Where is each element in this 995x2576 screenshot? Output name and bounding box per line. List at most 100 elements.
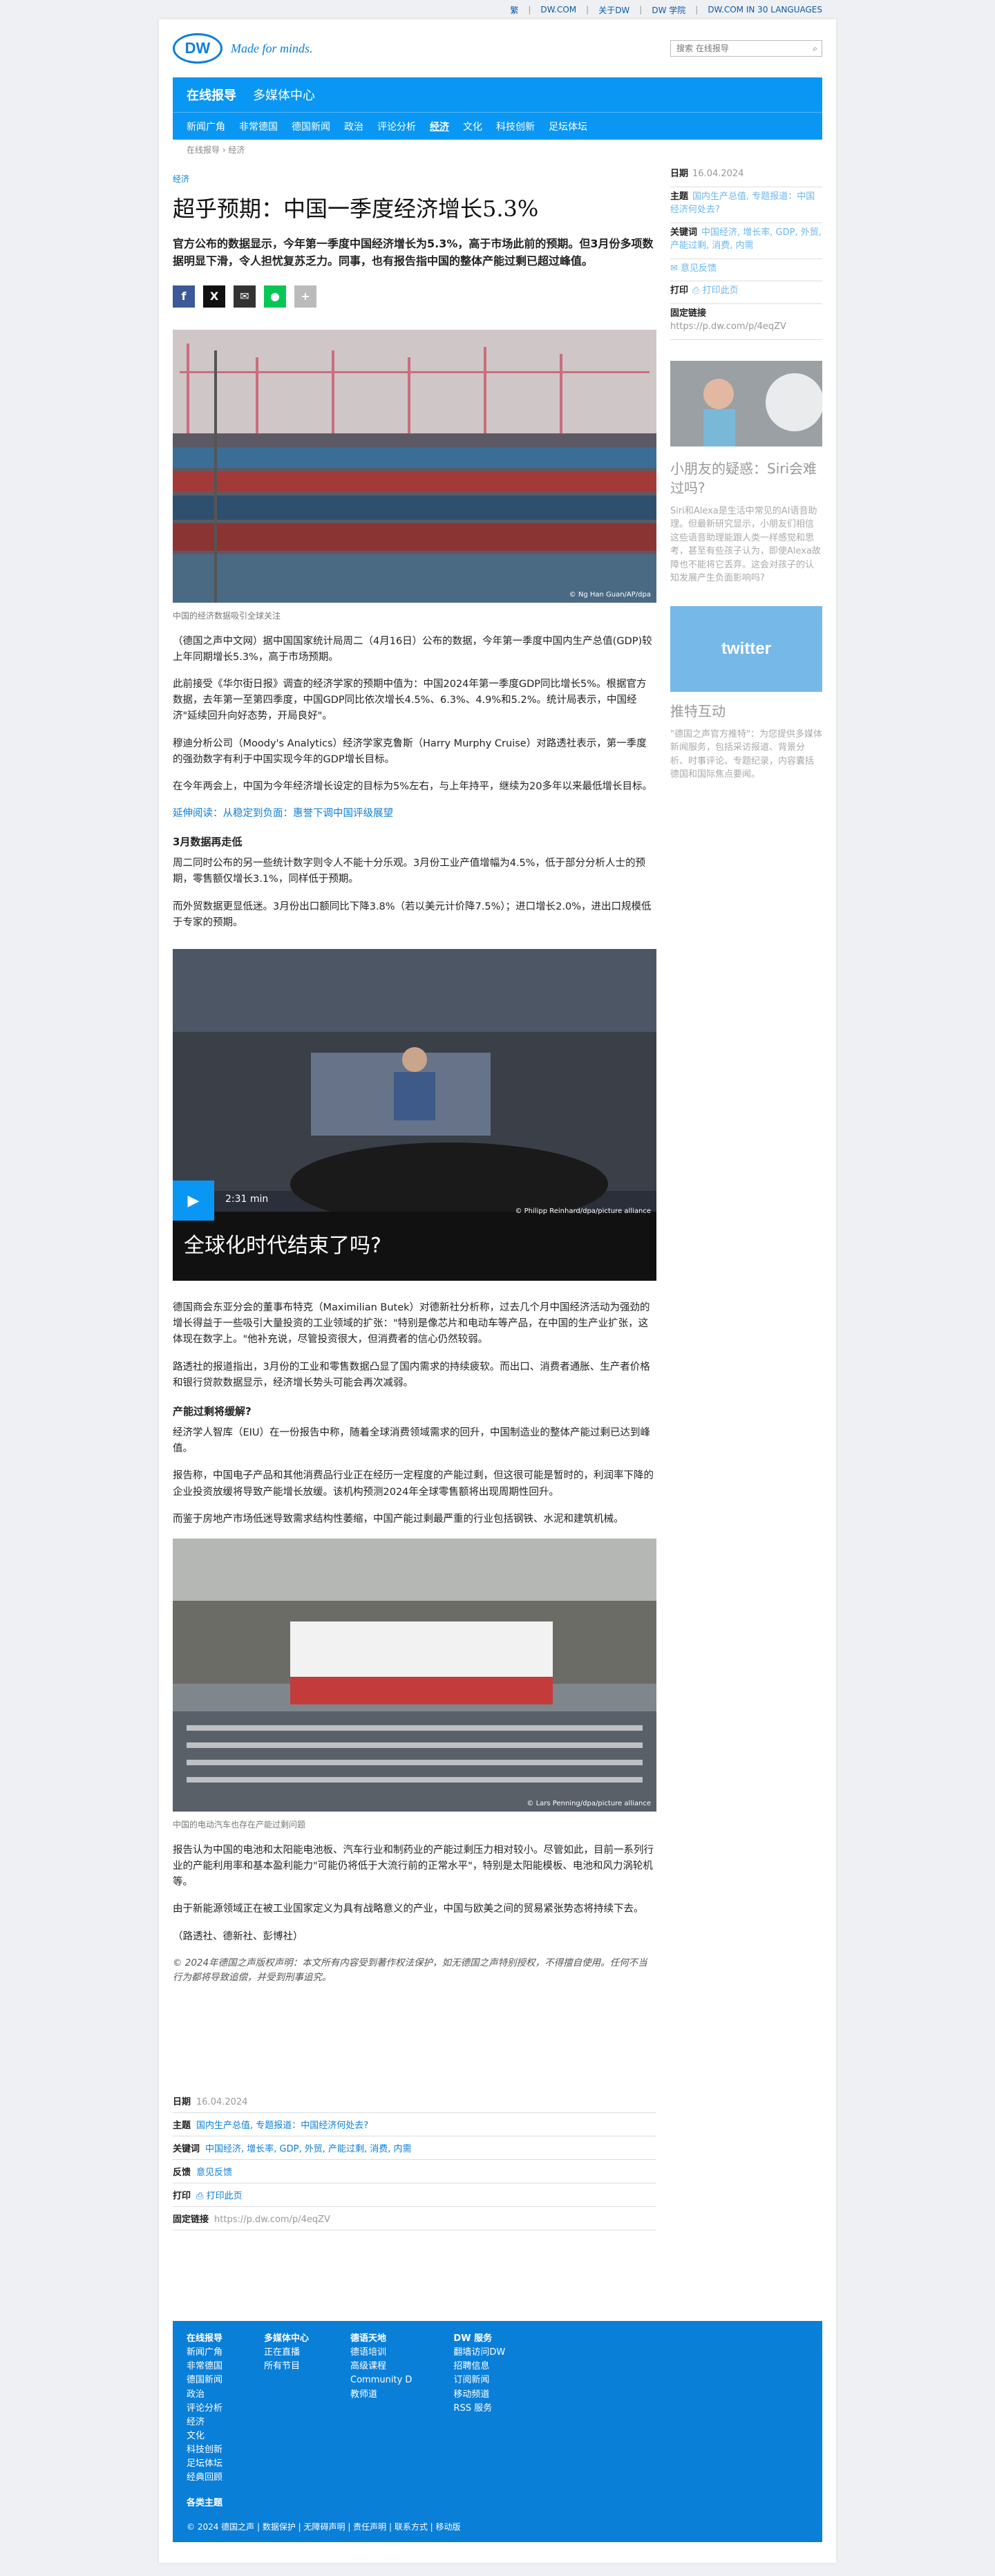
footer-col-media: 多媒体中心 正在直播 所有节目 xyxy=(264,2332,309,2485)
footer-link[interactable]: 移动频道 xyxy=(453,2388,505,2402)
feedback-link[interactable]: 意见反馈 xyxy=(196,2168,232,2178)
side-permalink[interactable]: https://p.dw.com/p/4eqZV xyxy=(670,321,786,332)
image2-credit: © Lars Penning/dpa/picture alliance xyxy=(527,1799,651,1807)
facebook-icon[interactable]: f xyxy=(173,285,195,308)
paragraph: （德国之声中文网）据中国国家统计局周二（4月16日）公布的数据，今年第一季度中国… xyxy=(173,635,652,663)
article-body-3: 报告认为中国的电池和太阳能电池板、汽车行业和制药业的产能过剩压力相对较小。尽管如… xyxy=(173,1843,656,1986)
teaser-twitter-title[interactable]: 推特互动 xyxy=(670,702,822,721)
print-icon[interactable]: ⎙ xyxy=(196,2191,207,2201)
print-link[interactable]: 打印此页 xyxy=(207,2191,243,2201)
port-photo xyxy=(173,329,656,603)
nav-item-economy[interactable]: 经济 xyxy=(430,120,449,133)
video-credit: © Philipp Reinhard/dpa/picture alliance xyxy=(515,1207,651,1216)
nav-item-german-news[interactable]: 德国新闻 xyxy=(292,120,330,133)
footer-link[interactable]: 订阅新闻 xyxy=(453,2373,505,2387)
email-icon[interactable]: ✉ xyxy=(234,285,256,308)
search-box[interactable]: ⌕ xyxy=(670,40,822,57)
topbar-link-about[interactable]: 关于DW xyxy=(598,4,629,16)
side-feedback-link[interactable]: 意见反馈 xyxy=(681,263,717,274)
side-topic-label: 主题 xyxy=(670,191,689,202)
paragraph: 周二同时公布的另一些统计数字则令人不能十分乐观。3月份工业产值增幅为4.5%，低… xyxy=(173,858,646,885)
paragraph: （路透社、德新社、彭博社） xyxy=(173,1930,303,1942)
topbar-link-languages[interactable]: DW.COM IN 30 LANGUAGES xyxy=(708,5,822,15)
article-kicker[interactable]: 经济 xyxy=(173,173,656,185)
search-icon[interactable]: ⌕ xyxy=(813,44,817,54)
meta-topic-link[interactable]: 国内生产总值, 专题报道：中国经济何处去? xyxy=(196,2121,368,2131)
footer-link[interactable]: 经济 xyxy=(187,2416,222,2429)
nav-item-culture[interactable]: 文化 xyxy=(463,120,482,133)
meta-keywords-label: 关键词 xyxy=(173,2144,200,2155)
footer-link[interactable]: 评论分析 xyxy=(187,2402,222,2416)
side-topic-link[interactable]: 国内生产总值, 专题报道：中国经济何处去? xyxy=(670,191,815,216)
footer-link[interactable]: 非常德国 xyxy=(187,2360,222,2373)
footer-link[interactable]: 德国新闻 xyxy=(187,2373,222,2387)
footer-link[interactable]: Community D xyxy=(350,2373,412,2387)
footer-link[interactable]: 翻墙访问DW xyxy=(453,2346,505,2360)
section-heading: 3月数据再走低 xyxy=(173,836,243,849)
footer-link[interactable]: 科技创新 xyxy=(187,2443,222,2457)
further-reading-link[interactable]: 延伸阅读：从稳定到负面：惠誉下调中国评级展望 xyxy=(173,806,656,822)
topbar-link-traditional[interactable]: 繁 xyxy=(510,4,518,16)
footer-link[interactable]: 教师道 xyxy=(350,2388,412,2402)
topbar-link-academy[interactable]: DW 学院 xyxy=(652,4,685,16)
footer-link[interactable]: 政治 xyxy=(187,2388,222,2402)
twitter-banner[interactable]: twitter xyxy=(670,605,822,692)
nav-item-germany[interactable]: 非常德国 xyxy=(239,120,278,133)
play-icon[interactable]: ▶ xyxy=(173,1181,214,1221)
side-print-icon[interactable]: ⎙ xyxy=(692,285,703,296)
nav-item-politics[interactable]: 政治 xyxy=(344,120,363,133)
article-title: 超乎预期：中国一季度经济增长5.3% xyxy=(173,196,539,222)
footer-col-title[interactable]: 在线报导 xyxy=(187,2332,222,2346)
teaser-siri-title[interactable]: 小朋友的疑惑：Siri会难过吗? xyxy=(670,459,822,498)
footer-link[interactable]: 正在直播 xyxy=(264,2346,309,2360)
paragraph: 报告称，中国电子产品和其他消费品行业正在经历一定程度的产能过剩，但这很可能是暂时… xyxy=(173,1470,654,1498)
search-input[interactable] xyxy=(675,43,813,54)
article-main: 经济 超乎预期：中国一季度经济增长5.3% 官方公布的数据显示，今年第一季度中国… xyxy=(173,164,656,2231)
line-icon[interactable]: ● xyxy=(264,285,286,308)
site-header: DW Made for minds. ⌕ xyxy=(159,19,836,77)
footer-link[interactable]: RSS 服务 xyxy=(453,2402,505,2416)
footer-link[interactable]: 文化 xyxy=(187,2429,222,2443)
article-image-ev-ship: © Lars Penning/dpa/picture alliance xyxy=(173,1538,656,1812)
side-feedback-icon[interactable]: ✉ xyxy=(670,263,681,274)
footer-link[interactable]: 所有节目 xyxy=(264,2360,309,2373)
more-share-icon[interactable]: + xyxy=(294,285,316,308)
teaser-twitter[interactable]: twitter 推特互动 "德国之声官方推特"：为您提供多媒体新闻服务，包括采访… xyxy=(670,605,822,782)
side-print-link[interactable]: 打印此页 xyxy=(703,285,739,296)
footer-link[interactable]: 新闻广角 xyxy=(187,2346,222,2360)
footer-link[interactable]: 招聘信息 xyxy=(453,2360,505,2373)
video-player[interactable]: © Philipp Reinhard/dpa/picture alliance … xyxy=(173,949,656,1281)
footer-col-title[interactable]: DW 服务 xyxy=(453,2332,505,2346)
paragraph: 路透社的报道指出，3月份的工业和零售数据凸显了国内需求的持续疲软。而出口、消费者… xyxy=(173,1361,650,1389)
nav-item-news[interactable]: 新闻广角 xyxy=(187,120,225,133)
footer-link[interactable]: 足坛体坛 xyxy=(187,2457,222,2471)
video-title[interactable]: 全球化时代结束了吗? xyxy=(184,1228,381,1259)
topbar-link-dwcom[interactable]: DW.COM xyxy=(540,5,576,15)
paragraph: 此前接受《华尔街日报》调查的经济学家的预期中值为：中国2024年第一季度GDP同… xyxy=(173,678,647,722)
footer-col-title[interactable]: 德语天地 xyxy=(350,2332,412,2346)
meta-feedback-label: 反馈 xyxy=(173,2168,191,2179)
image1-credit: © Ng Han Guan/AP/dpa xyxy=(569,590,651,599)
paragraph: 穆迪分析公司（Moody's Analytics）经济学家克鲁斯（Harry M… xyxy=(173,737,647,765)
x-icon[interactable]: X xyxy=(203,285,225,308)
footer-col-title[interactable]: 多媒体中心 xyxy=(264,2332,309,2346)
nav-primary-online[interactable]: 在线报导 xyxy=(187,86,236,104)
nav-item-commentary[interactable]: 评论分析 xyxy=(377,120,416,133)
footer-link[interactable]: 经典回顾 xyxy=(187,2471,222,2485)
page-container: DW Made for minds. ⌕ 在线报导 多媒体中心 新闻广角 非常德… xyxy=(159,19,836,2563)
permalink-value[interactable]: https://p.dw.com/p/4eqZV xyxy=(214,2215,330,2225)
teaser-siri-text: Siri和Alexa是生活中常见的AI语音助理。但最新研究显示，小朋友们相信这些… xyxy=(670,505,821,584)
dw-logo[interactable]: DW Made for minds. xyxy=(173,33,313,64)
nav-primary-media[interactable]: 多媒体中心 xyxy=(253,86,315,104)
section-heading: 产能过剩将缓解? xyxy=(173,1404,252,1418)
footer-link[interactable]: 高级课程 xyxy=(350,2360,412,2373)
meta-keywords-links[interactable]: 中国经济, 增长率, GDP, 外贸, 产能过剩, 消费, 内需 xyxy=(205,2144,412,2154)
footer-legal[interactable]: © 2024 德国之声 | 数据保护 | 无障碍声明 | 责任声明 | 联系方式… xyxy=(187,2521,461,2532)
meta-topic-label: 主题 xyxy=(173,2121,191,2132)
teaser-siri[interactable]: 小朋友的疑惑：Siri会难过吗? Siri和Alexa是生活中常见的AI语音助理… xyxy=(670,360,824,585)
nav-item-science[interactable]: 科技创新 xyxy=(496,120,535,133)
nav-item-sports[interactable]: 足坛体坛 xyxy=(549,120,587,133)
ev-ship-photo xyxy=(173,1538,656,1812)
footer-link[interactable]: 德语培训 xyxy=(350,2346,412,2360)
footer-topics-link[interactable]: 各类主题 xyxy=(187,2495,808,2508)
